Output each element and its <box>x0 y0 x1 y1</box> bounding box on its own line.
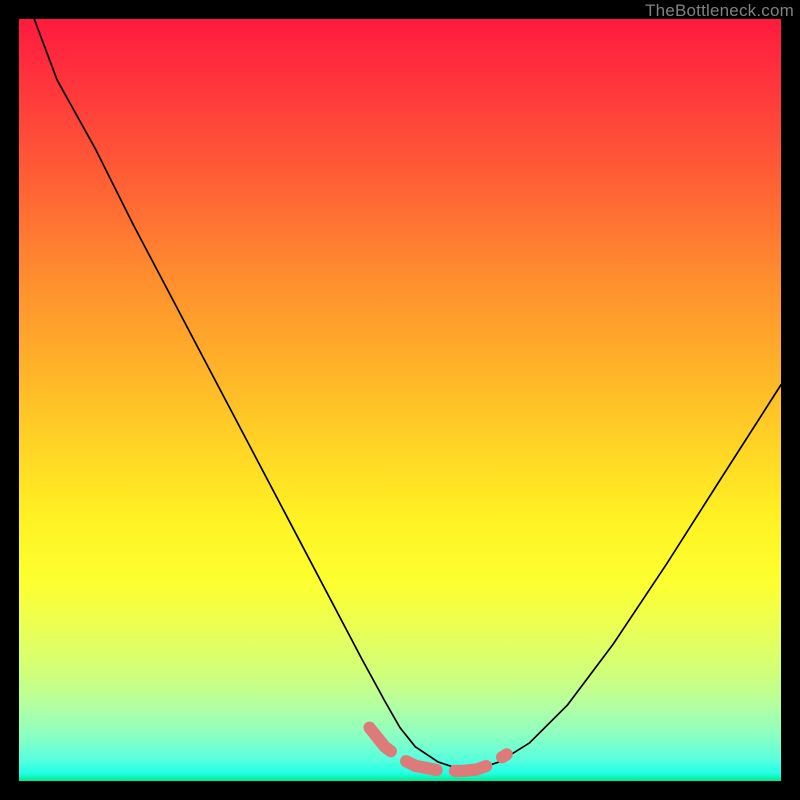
optimal-range-marker-line <box>370 728 507 771</box>
plot-series <box>34 19 781 771</box>
bottleneck-curve-line <box>34 19 781 770</box>
watermark-text: TheBottleneck.com <box>645 1 794 21</box>
bottleneck-plot <box>19 19 781 781</box>
chart-frame: TheBottleneck.com <box>0 0 800 800</box>
